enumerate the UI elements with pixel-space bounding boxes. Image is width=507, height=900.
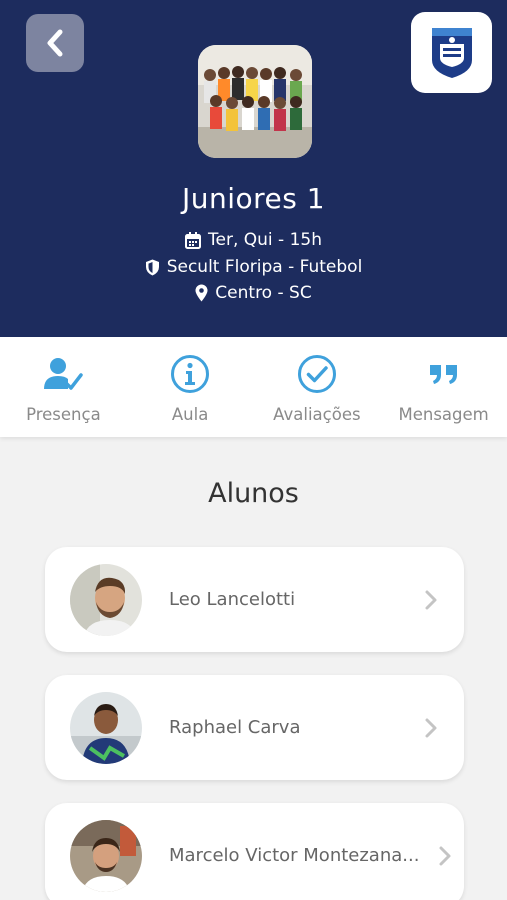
student-name: Marcelo Victor Montezana... [169, 845, 420, 866]
class-info-action[interactable]: Aula [127, 337, 254, 437]
presence-action[interactable]: Presença [0, 337, 127, 437]
class-group-photo [198, 45, 312, 158]
student-card[interactable]: Leo Lancelotti [45, 547, 464, 652]
student-avatar [70, 820, 142, 892]
info-icon [171, 355, 210, 393]
messages-label: Mensagem [398, 405, 489, 424]
chevron-right-icon [439, 846, 451, 866]
location-text: Centro - SC [215, 283, 312, 303]
student-card[interactable]: Marcelo Victor Montezana... [45, 803, 464, 900]
location-row: Centro - SC [0, 283, 507, 303]
map-pin-icon [195, 284, 208, 302]
class-header: Juniores 1 Ter, Qui - 15h Secult Floripa… [0, 0, 507, 337]
quote-icon [429, 365, 457, 384]
presence-label: Presença [26, 405, 101, 424]
program-row: Secult Floripa - Futebol [0, 257, 507, 277]
city-logo-button[interactable] [411, 12, 492, 93]
program-text: Secult Floripa - Futebol [166, 257, 363, 277]
schedule-text: Ter, Qui - 15h [208, 230, 322, 250]
students-section-title: Alunos [208, 478, 299, 509]
messages-action[interactable]: Mensagem [380, 337, 507, 437]
back-button[interactable] [26, 14, 84, 72]
student-avatar [70, 692, 142, 764]
class-title: Juniores 1 [181, 182, 326, 215]
student-name: Raphael Carva [169, 717, 301, 738]
shield-icon [145, 259, 159, 275]
student-card[interactable]: Raphael Carva [45, 675, 464, 780]
student-avatar [70, 564, 142, 636]
calendar-icon [185, 231, 201, 249]
city-crest-icon [431, 27, 472, 78]
check-circle-icon [297, 355, 336, 393]
evaluations-label: Avaliações [273, 405, 361, 424]
schedule-row: Ter, Qui - 15h [0, 230, 507, 250]
chevron-right-icon [425, 718, 437, 738]
evaluations-action[interactable]: Avaliações [254, 337, 381, 437]
chevron-right-icon [425, 590, 437, 610]
student-name: Leo Lancelotti [169, 589, 296, 610]
user-check-icon [44, 358, 84, 390]
chevron-left-icon [47, 29, 63, 57]
class-actions-bar: Presença Aula Avaliações Mensagem [0, 337, 507, 437]
class-info-label: Aula [171, 405, 209, 424]
